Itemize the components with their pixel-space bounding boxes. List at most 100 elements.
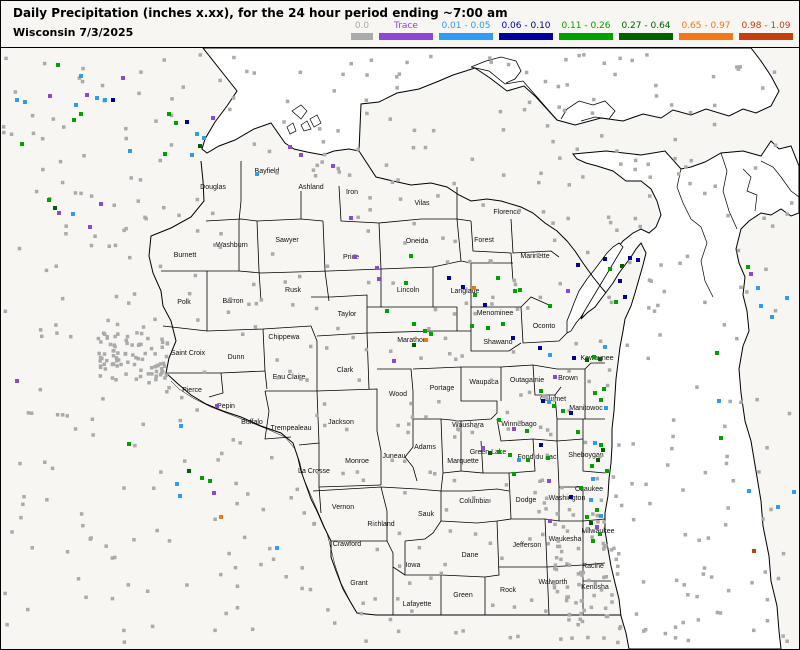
zero-station-marker — [787, 411, 792, 416]
zero-station-marker — [453, 435, 457, 439]
observation-marker — [628, 256, 632, 260]
zero-station-marker — [725, 454, 729, 459]
observation-marker — [585, 358, 589, 362]
zero-station-marker — [65, 550, 70, 554]
county-label: Washington — [549, 495, 586, 502]
zero-station-marker — [356, 215, 360, 220]
zero-station-marker — [270, 455, 274, 460]
zero-station-marker — [332, 89, 336, 93]
observation-marker — [596, 458, 600, 462]
observation-marker — [163, 152, 167, 156]
zero-station-marker — [630, 482, 634, 486]
observation-marker — [175, 482, 179, 486]
legend-item: 0.0 — [351, 21, 373, 43]
zero-station-marker — [630, 58, 634, 63]
zero-station-marker — [138, 374, 143, 379]
zero-station-marker — [673, 137, 677, 142]
zero-station-marker — [433, 472, 437, 476]
observation-marker — [349, 216, 353, 220]
zero-station-marker — [124, 372, 128, 376]
zero-station-marker — [617, 443, 621, 447]
zero-station-marker — [349, 61, 353, 66]
zero-station-marker — [473, 311, 477, 316]
observation-marker — [377, 277, 381, 281]
zero-station-marker — [410, 415, 415, 419]
zero-station-marker — [592, 593, 596, 598]
zero-station-marker — [126, 583, 131, 587]
zero-station-marker — [582, 53, 586, 57]
zero-station-marker — [390, 458, 394, 463]
zero-station-marker — [267, 149, 272, 154]
zero-station-marker — [98, 365, 103, 370]
observation-marker — [620, 264, 624, 268]
observation-marker — [599, 398, 603, 402]
zero-station-marker — [154, 374, 158, 378]
observation-marker — [623, 295, 627, 299]
zero-station-marker — [299, 377, 303, 381]
zero-station-marker — [89, 194, 94, 198]
zero-station-marker — [711, 74, 716, 79]
observation-marker — [547, 400, 551, 404]
zero-station-marker — [577, 582, 581, 587]
zero-station-marker — [159, 470, 163, 474]
zero-station-marker — [545, 428, 550, 432]
zero-station-marker — [575, 147, 579, 151]
zero-station-marker — [419, 356, 423, 360]
zero-station-marker — [546, 542, 550, 546]
zero-station-marker — [552, 398, 557, 402]
zero-station-marker — [501, 128, 506, 132]
zero-station-marker — [111, 354, 116, 358]
zero-station-marker — [596, 520, 600, 524]
zero-station-marker — [111, 362, 115, 366]
zero-station-marker — [607, 368, 612, 372]
zero-station-marker — [305, 378, 309, 382]
zero-station-marker — [504, 483, 509, 487]
observation-marker — [174, 121, 178, 125]
observation-marker — [512, 472, 516, 476]
zero-station-marker — [54, 264, 58, 268]
zero-station-marker — [60, 413, 65, 417]
zero-station-marker — [583, 440, 588, 445]
observation-marker — [486, 326, 490, 330]
observation-marker — [589, 498, 593, 502]
zero-station-marker — [544, 396, 549, 400]
zero-station-marker — [102, 362, 106, 366]
observation-marker — [715, 351, 719, 355]
zero-station-marker — [491, 295, 495, 300]
zero-station-marker — [345, 427, 349, 432]
zero-station-marker — [153, 317, 157, 322]
precipitation-map-figure: Daily Precipitation (inches x.xx), for t… — [0, 0, 800, 650]
county-label: Vilas — [414, 200, 430, 207]
zero-station-marker — [98, 374, 103, 378]
zero-station-marker — [638, 224, 642, 229]
zero-station-marker — [410, 609, 414, 613]
zero-station-marker — [603, 606, 608, 610]
zero-station-marker — [567, 618, 571, 622]
zero-station-marker — [593, 581, 597, 586]
observation-marker — [497, 418, 501, 422]
zero-station-marker — [562, 108, 567, 113]
zero-station-marker — [646, 162, 650, 167]
observation-marker — [605, 469, 609, 473]
observation-marker — [412, 322, 416, 326]
observation-marker — [591, 477, 595, 481]
zero-station-marker — [218, 78, 222, 83]
zero-station-marker — [361, 601, 365, 605]
zero-station-marker — [677, 172, 681, 176]
observation-marker — [595, 508, 599, 512]
wisconsin-county-map: DouglasBayfieldAshlandIronVilasFlorenceW… — [1, 48, 799, 649]
zero-station-marker — [60, 296, 65, 301]
zero-station-marker — [561, 525, 566, 529]
zero-station-marker — [409, 401, 413, 406]
zero-station-marker — [551, 221, 555, 225]
observation-marker — [636, 258, 640, 262]
zero-station-marker — [487, 499, 491, 503]
zero-station-marker — [314, 306, 319, 311]
observation-marker — [770, 315, 774, 319]
zero-station-marker — [198, 53, 203, 57]
zero-station-marker — [755, 397, 759, 402]
zero-station-marker — [308, 587, 313, 592]
zero-station-marker — [5, 622, 9, 627]
zero-station-marker — [187, 291, 192, 296]
zero-station-marker — [773, 309, 778, 313]
